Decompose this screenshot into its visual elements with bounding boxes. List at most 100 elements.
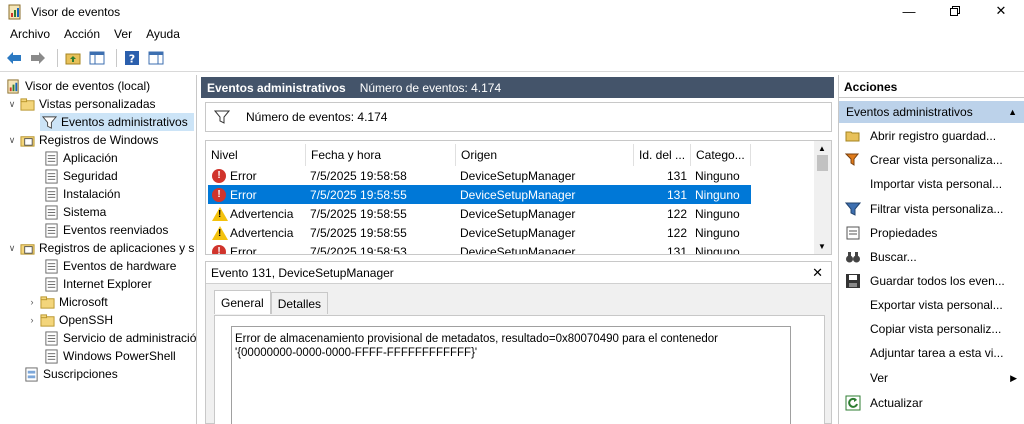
action-label: Buscar... xyxy=(870,250,917,264)
menu-ver[interactable]: Ver xyxy=(107,27,139,41)
action-label: Guardar todos los even... xyxy=(870,274,1005,288)
cell-source: DeviceSetupManager xyxy=(460,206,576,221)
subscriptions-icon xyxy=(25,366,38,382)
collapse-arrow-icon[interactable]: ▲ xyxy=(1008,107,1017,117)
minimize-button[interactable]: — xyxy=(886,0,932,22)
event-detail-pane: Evento 131, DeviceSetupManager ✕ General… xyxy=(205,261,832,424)
save-icon xyxy=(846,274,860,288)
properties-icon xyxy=(846,226,860,240)
cell-id: 131 xyxy=(666,168,687,183)
action-save-all-events[interactable]: Guardar todos los even... xyxy=(839,271,1024,291)
cell-level: Advertencia xyxy=(208,225,306,240)
tab-general[interactable]: General xyxy=(214,290,271,314)
import-icon xyxy=(845,176,861,192)
action-find[interactable]: Buscar... xyxy=(839,247,1024,267)
chevron-right-icon[interactable]: › xyxy=(26,297,38,307)
menu-ayuda[interactable]: Ayuda xyxy=(139,27,187,41)
menu-bar: Archivo Acción Ver Ayuda xyxy=(0,24,1024,44)
chevron-down-icon[interactable]: ∨ xyxy=(6,99,18,110)
tree-item-windows-logs[interactable]: ∨ Registros de Windows xyxy=(6,131,159,149)
show-hide-actions-button[interactable] xyxy=(146,48,166,68)
tree-item-forwarded-events[interactable]: Eventos reenviados xyxy=(42,221,168,239)
tree-label: Microsoft xyxy=(59,295,108,309)
chevron-right-icon[interactable]: › xyxy=(26,315,38,325)
tree-label: Servicio de administració xyxy=(63,331,197,345)
action-properties[interactable]: Propiedades xyxy=(839,223,1024,243)
up-folder-button[interactable] xyxy=(63,48,83,68)
tree-item-subscriptions[interactable]: Suscripciones xyxy=(22,365,118,383)
tree-item-apps-services[interactable]: ∨ Registros de aplicaciones y s xyxy=(6,239,195,257)
action-attach-task[interactable]: Adjuntar tarea a esta vi... xyxy=(839,343,1024,363)
action-filter-view[interactable]: Filtrar vista personaliza... xyxy=(839,199,1024,219)
maximize-button[interactable] xyxy=(932,0,978,22)
toolbar: ? xyxy=(0,44,1024,72)
column-header-date[interactable]: Fecha y hora xyxy=(306,144,456,166)
cell-level: ! Error xyxy=(208,168,306,183)
action-label: Copiar vista personaliz... xyxy=(870,322,1002,336)
tree-item-root[interactable]: Visor de eventos (local) xyxy=(4,77,150,95)
tree-item-hardware-events[interactable]: Eventos de hardware xyxy=(42,257,176,275)
action-view-menu[interactable]: Ver ▶ xyxy=(839,368,1024,388)
scroll-thumb[interactable] xyxy=(817,155,828,171)
action-export-view[interactable]: Exportar vista personal... xyxy=(839,295,1024,315)
level-text: Advertencia xyxy=(230,225,294,240)
event-description[interactable]: Error de almacenamiento provisional de m… xyxy=(231,326,791,424)
tree-item-setup[interactable]: Instalación xyxy=(42,185,120,203)
tab-details[interactable]: Detalles xyxy=(270,292,329,314)
back-button[interactable] xyxy=(4,48,24,68)
tree-item-powershell[interactable]: Windows PowerShell xyxy=(42,347,176,365)
action-create-view[interactable]: Crear vista personaliza... xyxy=(839,150,1024,170)
cell-date: 7/5/2025 19:58:58 xyxy=(310,168,407,183)
level-text: Advertencia xyxy=(230,206,294,221)
actions-pane: Acciones Eventos administrativos ▲ Abrir… xyxy=(838,75,1024,424)
tree-label: Windows PowerShell xyxy=(63,349,176,363)
close-icon[interactable]: ✕ xyxy=(812,265,823,281)
tree-item-application[interactable]: Aplicación xyxy=(42,149,118,167)
actions-section-header[interactable]: Eventos administrativos ▲ xyxy=(839,101,1024,123)
table-row[interactable]: ! Error 7/5/2025 19:58:53 DeviceSetupMana… xyxy=(208,242,751,255)
action-import-view[interactable]: Importar vista personal... xyxy=(839,174,1024,194)
column-header-source[interactable]: Origen xyxy=(456,144,634,166)
action-copy-view[interactable]: Copiar vista personaliz... xyxy=(839,319,1024,339)
filter-star-icon xyxy=(845,153,860,166)
tree-item-internet-explorer[interactable]: Internet Explorer xyxy=(42,275,152,293)
forward-button[interactable] xyxy=(28,48,48,68)
scroll-down-icon[interactable]: ▼ xyxy=(818,242,826,251)
table-row[interactable]: ! Error 7/5/2025 19:58:58 DeviceSetupMana… xyxy=(208,166,751,185)
show-hide-tree-button[interactable] xyxy=(87,48,107,68)
tree-item-admin-events[interactable]: Eventos administrativos xyxy=(40,113,194,131)
menu-archivo[interactable]: Archivo xyxy=(0,27,57,41)
tree-item-openssh[interactable]: › OpenSSH xyxy=(26,311,114,329)
export-icon xyxy=(845,297,861,313)
description-line: Error de almacenamiento provisional de m… xyxy=(235,333,718,345)
tree-item-admin-service[interactable]: Servicio de administració xyxy=(42,329,196,347)
tree-label: OpenSSH xyxy=(59,313,114,327)
table-row[interactable]: Advertencia 7/5/2025 19:58:55 DeviceSetu… xyxy=(208,223,751,242)
column-header-id[interactable]: Id. del ... xyxy=(634,144,691,166)
view-icon xyxy=(845,370,861,386)
action-refresh[interactable]: Actualizar xyxy=(839,393,1024,413)
events-scrollbar[interactable]: ▲ ▼ xyxy=(814,141,831,254)
table-row[interactable]: Advertencia 7/5/2025 19:58:55 DeviceSetu… xyxy=(208,204,751,223)
close-icon: ✕ xyxy=(995,3,1007,18)
tree-item-custom-views[interactable]: ∨ Vistas personalizadas xyxy=(6,95,156,113)
chevron-down-icon[interactable]: ∨ xyxy=(6,135,18,146)
tree-item-system[interactable]: Sistema xyxy=(42,203,106,221)
table-row[interactable]: ! Error 7/5/2025 19:58:55 DeviceSetupMana… xyxy=(208,185,751,204)
chevron-down-icon[interactable]: ∨ xyxy=(6,243,18,254)
help-button[interactable]: ? xyxy=(122,48,142,68)
close-button[interactable]: ✕ xyxy=(978,0,1024,22)
cell-id: 122 xyxy=(666,225,687,240)
panel-icon xyxy=(148,51,164,64)
cell-id: 131 xyxy=(666,187,687,202)
menu-accion[interactable]: Acción xyxy=(57,27,107,41)
filter-icon xyxy=(214,110,230,124)
logs-folder-icon xyxy=(20,243,35,255)
action-open-saved-log[interactable]: Abrir registro guardad... xyxy=(839,126,1024,146)
cell-category: Ninguno xyxy=(695,244,740,255)
tree-item-security[interactable]: Seguridad xyxy=(42,167,118,185)
column-header-level[interactable]: Nivel xyxy=(206,144,306,166)
column-header-category[interactable]: Catego... xyxy=(691,144,751,166)
tree-item-microsoft[interactable]: › Microsoft xyxy=(26,293,108,311)
scroll-up-icon[interactable]: ▲ xyxy=(818,144,826,153)
